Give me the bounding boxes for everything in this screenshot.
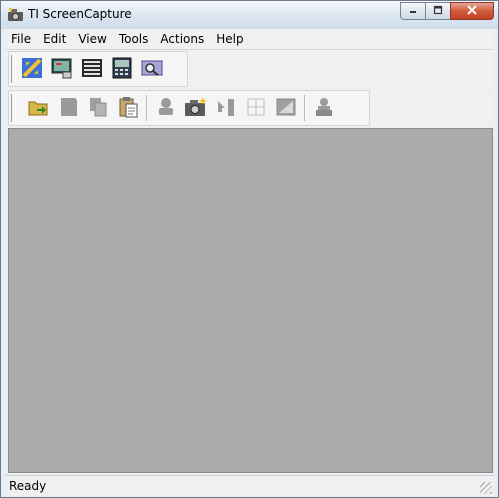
- print-button[interactable]: [311, 95, 337, 121]
- title-bar[interactable]: TI ScreenCapture: [1, 1, 498, 29]
- close-icon: [466, 4, 478, 18]
- capture-tiles-icon: [81, 57, 103, 82]
- stamp-icon: [155, 96, 177, 121]
- close-button[interactable]: [450, 2, 494, 20]
- handheld-connect-icon: [21, 57, 43, 82]
- calculator-screen-icon: [111, 57, 133, 82]
- menu-view[interactable]: View: [72, 30, 112, 48]
- maximize-button[interactable]: [425, 2, 450, 20]
- menu-edit[interactable]: Edit: [37, 30, 72, 48]
- paste-icon: [117, 96, 139, 121]
- menu-tools[interactable]: Tools: [113, 30, 155, 48]
- minimize-button[interactable]: [400, 2, 425, 20]
- insert-button[interactable]: [213, 95, 239, 121]
- menu-bar: File Edit View Tools Actions Help: [5, 29, 494, 50]
- toolbar-grip[interactable]: [11, 94, 16, 122]
- status-bar: Ready: [5, 475, 494, 496]
- toolbar-separator: [304, 95, 306, 121]
- grid-icon: [245, 96, 267, 121]
- toolbar-separator: [146, 95, 148, 121]
- border-button[interactable]: [273, 95, 299, 121]
- status-text: Ready: [9, 479, 47, 493]
- camera-button[interactable]: [183, 95, 209, 121]
- save-icon: [57, 96, 79, 121]
- capture-tiles-button[interactable]: [79, 56, 105, 82]
- toolbar-grip[interactable]: [11, 55, 16, 83]
- main-toolbar: [5, 50, 494, 88]
- window-title: TI ScreenCapture: [28, 7, 132, 21]
- caption-buttons: [400, 2, 494, 21]
- magnify-screen-button[interactable]: [139, 56, 165, 82]
- screen-capture-icon: [51, 57, 73, 82]
- capture-canvas-area[interactable]: [8, 128, 493, 473]
- copy-icon: [87, 96, 109, 121]
- border-icon: [275, 96, 297, 121]
- screen-capture-button[interactable]: [49, 56, 75, 82]
- paste-button[interactable]: [115, 95, 141, 121]
- open-button[interactable]: [25, 95, 51, 121]
- menu-file[interactable]: File: [5, 30, 37, 48]
- stamp-button[interactable]: [153, 95, 179, 121]
- menu-help[interactable]: Help: [210, 30, 249, 48]
- edit-toolbar: [5, 89, 494, 127]
- save-button[interactable]: [55, 95, 81, 121]
- resize-grip[interactable]: [480, 482, 492, 494]
- open-folder-icon: [27, 96, 49, 121]
- connect-handheld-button[interactable]: [19, 56, 45, 82]
- camera-app-icon[interactable]: [7, 6, 24, 23]
- calculator-screen-button[interactable]: [109, 56, 135, 82]
- print-icon: [313, 96, 335, 121]
- arrow-insert-icon: [215, 96, 237, 121]
- magnify-screen-icon: [141, 57, 163, 82]
- grid-button[interactable]: [243, 95, 269, 121]
- copy-button[interactable]: [85, 95, 111, 121]
- camera-icon: [184, 96, 208, 121]
- app-window: TI ScreenCapture File Edit View Tools Ac…: [0, 0, 499, 498]
- edit-toolbar-group: [8, 90, 370, 126]
- maximize-icon: [433, 4, 443, 18]
- minimize-icon: [408, 4, 418, 18]
- menu-actions[interactable]: Actions: [154, 30, 210, 48]
- main-toolbar-group: [8, 51, 188, 87]
